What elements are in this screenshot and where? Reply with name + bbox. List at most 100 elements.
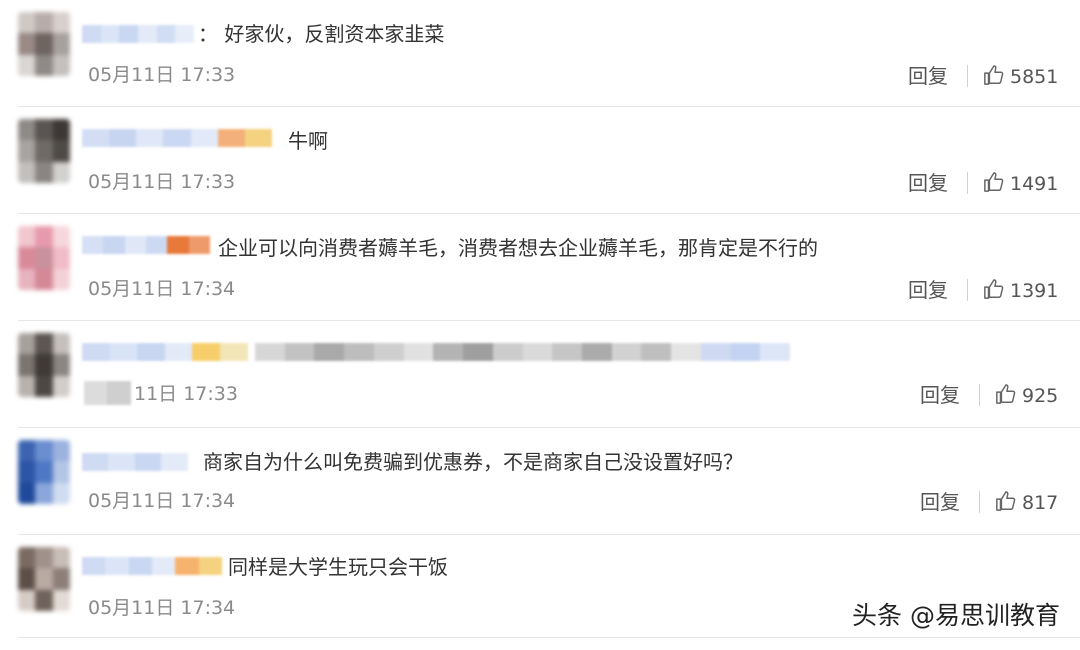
avatar-pixel <box>18 226 36 248</box>
username-mosaic[interactable] <box>82 25 195 43</box>
avatar-pixel <box>35 161 53 183</box>
avatar-pixel <box>52 333 70 355</box>
username-mosaic[interactable] <box>82 129 273 147</box>
blurred-text-pixel <box>492 343 523 361</box>
username-pixel <box>190 129 219 147</box>
username-pixel <box>105 557 130 575</box>
avatar-pixel <box>52 161 70 183</box>
avatar-pixel <box>18 589 36 611</box>
avatar-pixel <box>35 568 53 590</box>
avatar-pixel <box>52 589 70 611</box>
avatar-pixel <box>35 33 53 55</box>
avatar-pixel <box>18 161 36 183</box>
avatar-pixel <box>35 354 53 376</box>
avatar-pixel <box>52 12 70 34</box>
avatar-pixel <box>35 140 53 162</box>
username-pixel <box>82 236 104 254</box>
reply-button[interactable]: 回复 <box>908 65 948 87</box>
username-pixel <box>163 129 192 147</box>
like-button[interactable]: 1391 <box>983 279 1058 303</box>
blurred-text-pixel <box>107 381 131 405</box>
action-divider <box>979 491 980 513</box>
username-pixel <box>219 343 248 361</box>
blurred-text-pixel <box>522 343 553 361</box>
like-count: 5851 <box>1010 66 1059 88</box>
thumbs-up-icon <box>983 64 1005 90</box>
avatar-pixel <box>35 461 53 483</box>
comment-item: 牛啊 05月11日 17:33 回复 1491 <box>0 107 1080 214</box>
avatar[interactable] <box>18 119 70 183</box>
username-pixel <box>108 453 135 471</box>
reply-button[interactable]: 回复 <box>920 491 960 513</box>
username-pixel <box>244 129 273 147</box>
username-pixel <box>146 236 168 254</box>
avatar-pixel <box>52 354 70 376</box>
blurred-text-pixel <box>433 343 464 361</box>
username-mosaic[interactable] <box>82 343 248 361</box>
avatar-pixel <box>52 140 70 162</box>
avatar-pixel <box>18 354 36 376</box>
username-pixel <box>100 25 120 43</box>
avatar-pixel <box>35 440 53 462</box>
avatar-pixel <box>18 482 36 504</box>
reply-button[interactable]: 回复 <box>908 172 948 194</box>
blurred-text-pixel <box>463 343 494 361</box>
avatar[interactable] <box>18 547 70 611</box>
username-pixel <box>175 557 200 575</box>
blurred-text-pixel <box>403 343 434 361</box>
comment-item: 商家自为什么叫免费骗到优惠券，不是商家自己没设置好吗？ 05月11日 17:34… <box>0 428 1080 535</box>
avatar-pixel <box>52 247 70 269</box>
reply-button[interactable]: 回复 <box>920 384 960 406</box>
comment-item: ： 好家伙，反割资本家韭菜 05月11日 17:33 回复 5851 <box>0 0 1080 107</box>
comment-time: 05月11日 17:33 <box>88 171 236 193</box>
avatar-pixel <box>35 547 53 569</box>
watermark: 头条 @易思训教育 <box>852 601 1060 630</box>
action-divider <box>979 384 980 406</box>
like-count: 925 <box>1022 385 1059 407</box>
thumbs-up-icon <box>995 383 1017 409</box>
avatar-pixel <box>35 482 53 504</box>
like-button[interactable]: 1491 <box>983 172 1058 196</box>
thumbs-up-icon <box>983 171 1005 197</box>
comment-item: 企业可以向消费者薅羊毛，消费者想去企业薅羊毛，那肯定是不行的 05月11日 17… <box>0 214 1080 321</box>
username-pixel <box>136 129 164 147</box>
action-divider <box>967 172 968 194</box>
avatar[interactable] <box>18 12 70 76</box>
comment-text: 企业可以向消费者薅羊毛，消费者想去企业薅羊毛，那肯定是不行的 <box>218 236 818 260</box>
like-button[interactable]: 817 <box>995 491 1058 515</box>
avatar[interactable] <box>18 333 70 397</box>
username-pixel <box>217 129 246 147</box>
username-pixel <box>198 557 223 575</box>
avatar-pixel <box>52 226 70 248</box>
username-pixel <box>82 343 110 361</box>
comment-text: 牛啊 <box>288 129 328 153</box>
like-button[interactable]: 925 <box>995 384 1058 408</box>
avatar-pixel <box>35 375 53 397</box>
username-mosaic[interactable] <box>82 453 188 471</box>
comment-time: 11日 17:33 <box>134 383 238 405</box>
username-pixel <box>124 236 147 254</box>
username-pixel <box>82 557 106 575</box>
username-pixel <box>82 453 109 471</box>
avatar-pixel <box>18 568 36 590</box>
avatar-pixel <box>35 12 53 34</box>
username-pixel <box>137 343 165 361</box>
avatar-pixel <box>35 268 53 290</box>
blurred-text-pixel <box>344 343 375 361</box>
username-pixel <box>82 129 110 147</box>
username-mosaic[interactable] <box>82 557 223 575</box>
avatar-pixel <box>18 268 36 290</box>
avatar[interactable] <box>18 226 70 290</box>
action-divider <box>967 65 968 87</box>
like-button[interactable]: 5851 <box>983 65 1058 89</box>
like-count: 1491 <box>1010 173 1059 195</box>
comment-time: 05月11日 17:33 <box>88 64 236 86</box>
comment-time: 05月11日 17:34 <box>88 597 236 619</box>
avatar[interactable] <box>18 440 70 504</box>
blurred-text-pixel <box>314 343 345 361</box>
reply-button[interactable]: 回复 <box>908 279 948 301</box>
avatar-pixel <box>52 547 70 569</box>
comment-text: ： 好家伙，反割资本家韭菜 <box>198 22 445 46</box>
username-mosaic[interactable] <box>82 236 211 254</box>
username-pixel <box>138 25 158 43</box>
